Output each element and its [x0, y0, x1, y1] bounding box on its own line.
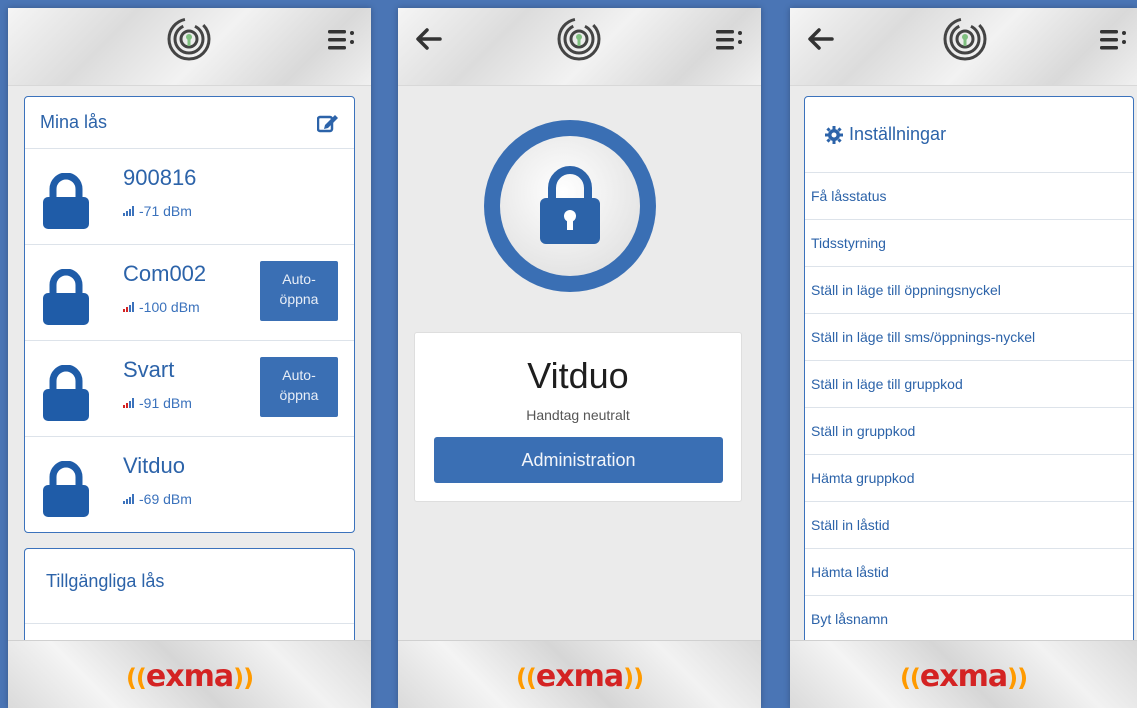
- signal-strength: -71 dBm: [123, 203, 192, 219]
- settings-item[interactable]: Hämta låstid: [805, 549, 1133, 596]
- signal-waves-right-icon: )): [623, 664, 644, 692]
- lock-status-icon[interactable]: [482, 118, 658, 294]
- top-bar: [398, 8, 761, 86]
- back-arrow-icon[interactable]: [806, 26, 834, 52]
- signal-waves-right-icon: )): [1007, 664, 1028, 692]
- settings-item[interactable]: Få låsstatus: [805, 173, 1133, 220]
- settings-header: Inställningar: [805, 97, 1133, 173]
- settings-card: Inställningar Få låsstatus Tidsstyrning …: [804, 96, 1134, 656]
- settings-item[interactable]: Ställ in läge till sms/öppnings-nyckel: [805, 314, 1133, 361]
- screen-settings: Inställningar Få låsstatus Tidsstyrning …: [790, 8, 1137, 708]
- lock-name: 900816: [123, 165, 197, 190]
- exma-logo: ((exma)): [125, 659, 254, 694]
- menu-icon[interactable]: [328, 28, 356, 52]
- exma-logo: ((exma)): [515, 659, 644, 694]
- signal-waves-right-icon: )): [233, 664, 254, 692]
- available-locks-title: Tillgängliga lås: [46, 571, 165, 591]
- settings-item[interactable]: Byt låsnamn: [805, 596, 1133, 643]
- signal-icon: [123, 206, 134, 216]
- app-logo-icon: [557, 17, 601, 61]
- settings-item[interactable]: Ställ in läge till gruppkod: [805, 361, 1133, 408]
- signal-waves-left-icon: ((: [515, 664, 537, 692]
- bottom-bar: ((exma)): [790, 640, 1137, 708]
- settings-item[interactable]: Tidsstyrning: [805, 220, 1133, 267]
- lock-icon: [43, 173, 89, 229]
- signal-icon: [123, 398, 134, 408]
- bottom-bar: ((exma)): [398, 640, 761, 708]
- signal-strength: -69 dBm: [123, 491, 192, 507]
- lock-row[interactable]: Vitduo -69 dBm: [25, 437, 354, 533]
- menu-icon[interactable]: [716, 28, 744, 52]
- settings-item[interactable]: Hämta gruppkod: [805, 455, 1133, 502]
- signal-icon: [123, 494, 134, 504]
- lock-row[interactable]: Svart -91 dBm Auto- öppna: [25, 341, 354, 437]
- settings-item[interactable]: Ställ in låstid: [805, 502, 1133, 549]
- administration-button[interactable]: Administration: [434, 437, 723, 483]
- lock-title: Vitduo: [527, 355, 629, 396]
- screen-lock-detail: Vitduo Handtag neutralt Administration (…: [398, 8, 761, 708]
- signal-strength: -100 dBm: [123, 299, 200, 315]
- my-locks-card: Mina lås 900816 -71 dBm Com002 -100 dBm …: [24, 96, 355, 533]
- lock-name: Vitduo: [123, 453, 185, 478]
- settings-title: Inställningar: [849, 124, 947, 144]
- top-bar: [790, 8, 1137, 86]
- lock-name: Com002: [123, 261, 207, 286]
- lock-row[interactable]: 900816 -71 dBm: [25, 149, 354, 245]
- divider: [25, 623, 354, 624]
- lock-status-text: Handtag neutralt: [526, 407, 630, 423]
- bottom-bar: ((exma)): [8, 640, 371, 708]
- back-arrow-icon[interactable]: [414, 26, 442, 52]
- settings-item[interactable]: Ställ in gruppkod: [805, 408, 1133, 455]
- auto-open-label: Auto-: [282, 367, 316, 383]
- lock-info-card: Vitduo Handtag neutralt Administration: [414, 332, 742, 502]
- signal-strength: -91 dBm: [123, 395, 192, 411]
- screen-my-locks: Mina lås 900816 -71 dBm Com002 -100 dBm …: [8, 8, 371, 708]
- lock-icon: [43, 269, 89, 325]
- edit-icon[interactable]: [317, 113, 339, 133]
- auto-open-button[interactable]: Auto- öppna: [260, 261, 338, 321]
- auto-open-label: öppna: [279, 291, 319, 307]
- lock-icon: [43, 365, 89, 421]
- signal-waves-left-icon: ((: [899, 664, 921, 692]
- menu-icon[interactable]: [1100, 28, 1128, 52]
- signal-icon: [123, 302, 134, 312]
- app-logo-icon: [943, 17, 987, 61]
- auto-open-label: öppna: [279, 387, 319, 403]
- top-bar: [8, 8, 371, 86]
- auto-open-label: Auto-: [282, 271, 316, 287]
- lock-row[interactable]: Com002 -100 dBm Auto- öppna: [25, 245, 354, 341]
- auto-open-button[interactable]: Auto- öppna: [260, 357, 338, 417]
- app-logo-icon: [167, 17, 211, 61]
- lock-icon: [43, 461, 89, 517]
- signal-waves-left-icon: ((: [125, 664, 147, 692]
- exma-logo: ((exma)): [899, 659, 1028, 694]
- gear-icon: [825, 125, 843, 144]
- lock-name: Svart: [123, 357, 175, 382]
- my-locks-title: Mina lås: [40, 112, 108, 132]
- settings-item[interactable]: Ställ in läge till öppningsnyckel: [805, 267, 1133, 314]
- my-locks-header: Mina lås: [25, 97, 354, 149]
